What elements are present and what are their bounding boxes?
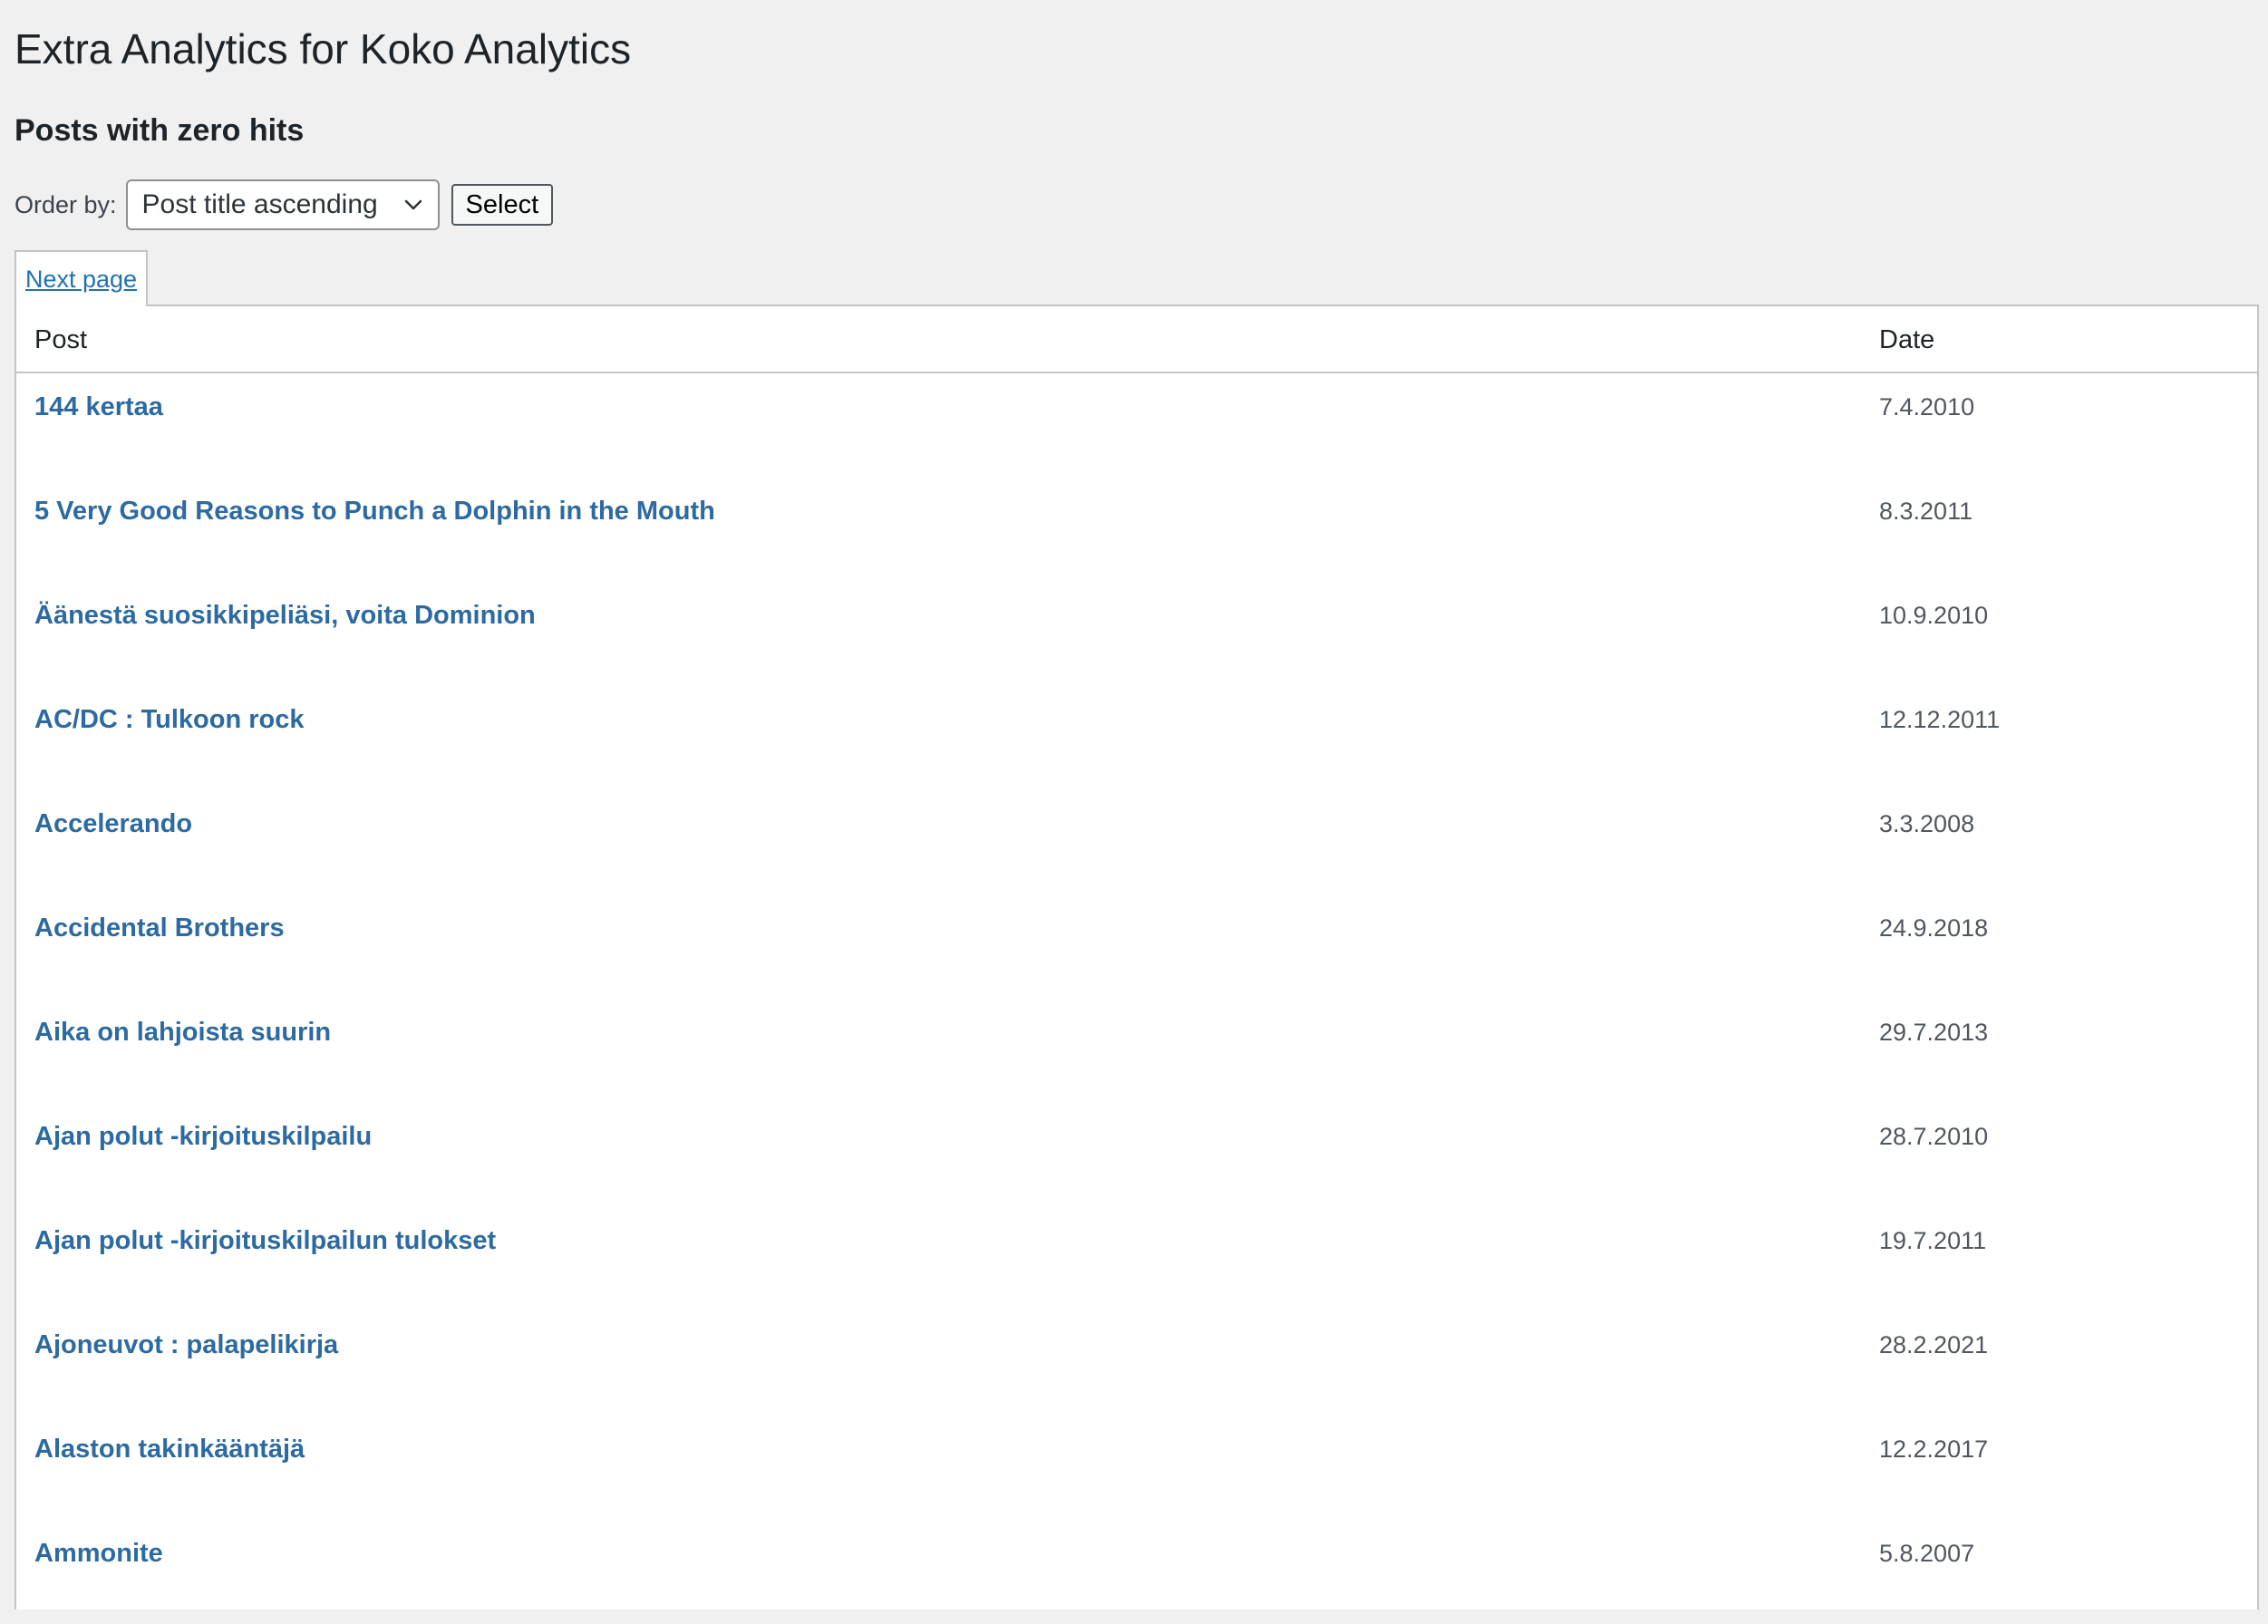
next-page-tab: Next page	[15, 250, 148, 306]
post-title-link[interactable]: Äänestä suosikkipeliäsi, voita Dominion	[34, 598, 536, 633]
order-by-select[interactable]: Post title ascending	[125, 179, 440, 230]
post-title-link[interactable]: 5 Very Good Reasons to Punch a Dolphin i…	[34, 494, 715, 528]
order-by-label: Order by:	[15, 190, 117, 218]
table-row: Alaston takinkääntäjä 12.2.2017	[16, 1416, 2257, 1520]
table-row: 144 kertaa 7.4.2010	[16, 373, 2257, 478]
post-date: 29.7.2013	[1879, 1019, 1989, 1046]
post-date: 24.9.2018	[1879, 914, 1989, 942]
post-date: 7.4.2010	[1879, 393, 1975, 420]
posts-table: Post Date 144 kertaa 7.4.2010 5 Very Good …	[15, 304, 2259, 1610]
post-title-link[interactable]: 144 kertaa	[34, 390, 163, 424]
post-title-link[interactable]: Accelerando	[34, 807, 192, 841]
column-header-date: Date	[1879, 325, 1935, 354]
table-row: Ajan polut -kirjoituskilpailun tulokset 1…	[16, 1207, 2257, 1311]
post-date: 12.12.2011	[1879, 706, 2001, 733]
post-date: 8.3.2011	[1879, 498, 1973, 525]
post-date: 19.7.2011	[1879, 1227, 1987, 1254]
post-date: 5.8.2007	[1879, 1540, 1975, 1567]
table-row: Ajan polut -kirjoituskilpailu 28.7.2010	[16, 1103, 2257, 1207]
table-row: 5 Very Good Reasons to Punch a Dolphin i…	[16, 478, 2257, 582]
table-row: Ammonite 5.8.2007	[16, 1520, 2257, 1624]
table-row: Aika on lahjoista suurin 29.7.2013	[16, 999, 2257, 1103]
post-title-link[interactable]: AC/DC : Tulkoon rock	[34, 702, 305, 737]
order-by-row: Order by: Post title ascending Select	[15, 178, 554, 232]
select-button[interactable]: Select	[451, 184, 554, 226]
post-title-link[interactable]: Ammonite	[34, 1536, 163, 1571]
post-date: 3.3.2008	[1879, 810, 1975, 837]
next-page-link[interactable]: Next page	[25, 266, 137, 294]
post-date: 12.2.2017	[1879, 1436, 1989, 1463]
post-title-link[interactable]: Ajan polut -kirjoituskilpailu	[34, 1119, 372, 1154]
post-date: 28.7.2010	[1879, 1123, 1989, 1150]
chevron-down-icon	[402, 193, 425, 217]
page-title: Extra Analytics for Koko Analytics	[15, 25, 632, 72]
post-title-link[interactable]: Ajan polut -kirjoituskilpailun tulokset	[34, 1223, 496, 1258]
table-row: AC/DC : Tulkoon rock 12.12.2011	[16, 686, 2257, 790]
post-date: 28.2.2021	[1879, 1331, 1989, 1358]
table-row: Äänestä suosikkipeliäsi, voita Dominion 1…	[16, 582, 2257, 686]
section-title: Posts with zero hits	[15, 113, 305, 148]
post-date: 10.9.2010	[1879, 602, 1989, 629]
table-body: 144 kertaa 7.4.2010 5 Very Good Reasons to…	[16, 373, 2257, 1624]
table-row: Accidental Brothers 24.9.2018	[16, 894, 2257, 999]
column-header-post: Post	[34, 325, 88, 354]
table-header: Post Date	[16, 306, 2257, 373]
post-title-link[interactable]: Ajoneuvot : palapelikirja	[34, 1328, 338, 1362]
post-title-link[interactable]: Accidental Brothers	[34, 911, 285, 945]
post-title-link[interactable]: Aika on lahjoista suurin	[34, 1015, 331, 1049]
post-title-link[interactable]: Alaston takinkääntäjä	[34, 1432, 305, 1466]
table-row: Ajoneuvot : palapelikirja 28.2.2021	[16, 1311, 2257, 1416]
order-by-selected-value: Post title ascending	[141, 189, 378, 219]
table-row: Accelerando 3.3.2008	[16, 790, 2257, 894]
